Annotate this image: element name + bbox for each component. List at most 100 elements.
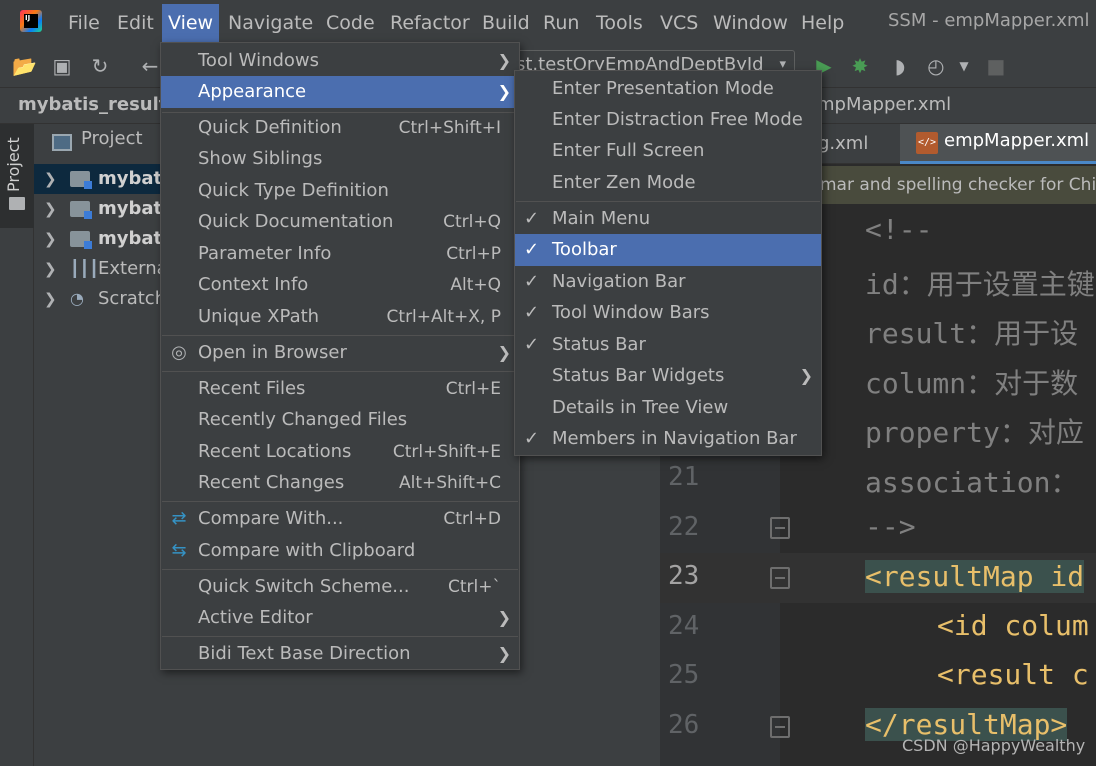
menu-help[interactable]: Help (795, 8, 850, 38)
editor-tab[interactable]: g.xml (818, 124, 868, 164)
menu-item-quick-switch-scheme[interactable]: Quick Switch Scheme... Ctrl+` (161, 571, 519, 603)
module-folder-icon (70, 171, 92, 189)
tree-item-label: mybatis (98, 228, 164, 249)
menu-navigate[interactable]: Navigate (222, 8, 319, 38)
code-line: column：对于数 (865, 367, 1079, 400)
menu-item-enter-presentation-mode[interactable]: Enter Presentation Mode (515, 73, 821, 105)
fold-icon[interactable] (770, 517, 790, 539)
menu-edit[interactable]: Edit (111, 8, 160, 38)
chevron-right-icon: ❯ (497, 51, 511, 70)
menu-item-recent-locations[interactable]: Recent Locations Ctrl+Shift+E (161, 436, 519, 468)
menu-item-main-menu[interactable]: ✓ Main Menu (515, 203, 821, 235)
tree-item[interactable]: ❯ mybatis (34, 194, 164, 224)
menu-item-navigation-bar[interactable]: ✓ Navigation Bar (515, 266, 821, 298)
code-tag: <resultMap id (865, 560, 1085, 593)
folder-icon (9, 197, 25, 210)
scratch-icon: ◔ (70, 289, 84, 308)
menu-item-unique-xpath[interactable]: Unique XPath Ctrl+Alt+X, P (161, 301, 519, 333)
chevron-right-icon[interactable]: ❯ (44, 254, 57, 284)
menu-item-open-in-browser[interactable]: ◎ Open in Browser ❯ (161, 337, 519, 369)
menu-item-active-editor[interactable]: Active Editor ❯ (161, 602, 519, 634)
menu-vcs[interactable]: VCS (654, 8, 704, 38)
project-panel-title[interactable]: Project (81, 128, 143, 149)
menu-window[interactable]: Window (707, 8, 794, 38)
menu-separator (516, 201, 820, 202)
checkmark-icon: ✓ (524, 302, 540, 323)
view-menu: Tool Windows ❯ Appearance ❯ Quick Definiti… (160, 42, 520, 670)
chevron-right-icon: ❯ (497, 644, 511, 663)
menu-refactor[interactable]: Refactor (384, 8, 476, 38)
code-line: --> (865, 510, 916, 543)
menu-item-tool-window-bars[interactable]: ✓ Tool Window Bars (515, 297, 821, 329)
menu-item-enter-zen-mode[interactable]: Enter Zen Mode (515, 167, 821, 199)
menu-file[interactable]: File (62, 8, 106, 38)
menu-separator (162, 636, 518, 637)
coverage-icon[interactable]: ◗ (888, 54, 912, 78)
menu-item-recent-files[interactable]: Recent Files Ctrl+E (161, 373, 519, 405)
tree-item[interactable]: ❯ mybatis (34, 224, 164, 254)
appearance-submenu: Enter Presentation Mode Enter Distractio… (514, 70, 822, 456)
back-arrow-icon[interactable]: ← (138, 54, 162, 78)
line-number: 26 (668, 710, 700, 740)
menu-view[interactable]: View (162, 4, 220, 42)
checkmark-icon: ✓ (524, 208, 540, 229)
profile-icon[interactable]: ◴ (924, 54, 948, 78)
menu-bar: IJ File Edit View Navigate Code Refactor… (0, 0, 1096, 44)
menu-item-status-bar[interactable]: ✓ Status Bar (515, 329, 821, 361)
open-folder-icon[interactable]: 📂 (12, 54, 37, 78)
checkmark-icon: ✓ (524, 239, 540, 260)
debug-icon[interactable]: ✸ (848, 54, 872, 78)
menu-item-parameter-info[interactable]: Parameter Info Ctrl+P (161, 238, 519, 270)
checkmark-icon: ✓ (524, 428, 540, 449)
menu-item-tool-windows[interactable]: Tool Windows ❯ (161, 45, 519, 77)
menu-build[interactable]: Build (476, 8, 536, 38)
menu-item-compare-with[interactable]: ⇄ Compare With... Ctrl+D (161, 503, 519, 535)
menu-item-quick-documentation[interactable]: Quick Documentation Ctrl+Q (161, 206, 519, 238)
tree-item[interactable]: ❯ mybatis (34, 164, 164, 194)
chevron-down-icon[interactable]: ▼ (952, 54, 976, 78)
save-icon[interactable]: ▣ (50, 54, 74, 78)
intellij-logo-icon: IJ (20, 10, 42, 32)
sync-icon[interactable]: ↻ (88, 54, 112, 78)
stop-icon[interactable]: ■ (984, 54, 1008, 78)
project-window-icon (52, 134, 72, 151)
menu-item-status-bar-widgets[interactable]: Status Bar Widgets ❯ (515, 360, 821, 392)
editor-tab-active-label[interactable]: empMapper.xml (944, 130, 1089, 151)
watermark: CSDN @HappyWealthy (902, 736, 1086, 755)
project-stripe-label[interactable]: Project (4, 135, 30, 195)
menu-item-enter-distraction-free-mode[interactable]: Enter Distraction Free Mode (515, 104, 821, 136)
menu-item-enter-full-screen[interactable]: Enter Full Screen (515, 135, 821, 167)
library-icon: ┃┃┃ (70, 259, 99, 278)
chevron-right-icon[interactable]: ❯ (44, 164, 57, 194)
menu-run[interactable]: Run (537, 8, 585, 38)
chevron-right-icon[interactable]: ❯ (44, 194, 57, 224)
menu-item-recently-changed-files[interactable]: Recently Changed Files (161, 404, 519, 436)
fold-icon[interactable] (770, 716, 790, 738)
menu-item-toolbar[interactable]: ✓ Toolbar (515, 234, 821, 266)
tree-item[interactable]: ❯ ◔ Scratch (34, 284, 164, 314)
chevron-right-icon[interactable]: ❯ (44, 224, 57, 254)
menu-item-compare-with-clipboard[interactable]: ⇆ Compare with Clipboard (161, 535, 519, 567)
menu-item-show-siblings[interactable]: Show Siblings (161, 143, 519, 175)
code-line: result：用于设 (865, 317, 1079, 350)
tree-item-label: Scratch (98, 288, 164, 309)
code-line: <result c (937, 658, 1089, 691)
checkmark-icon: ✓ (524, 334, 540, 355)
menu-item-quick-definition[interactable]: Quick Definition Ctrl+Shift+I (161, 112, 519, 144)
menu-item-context-info[interactable]: Context Info Alt+Q (161, 269, 519, 301)
menu-code[interactable]: Code (320, 8, 381, 38)
menu-item-members-in-navigation-bar[interactable]: ✓ Members in Navigation Bar (515, 423, 821, 455)
breadcrumb-file[interactable]: mpMapper.xml (817, 94, 951, 115)
line-number: 24 (668, 611, 700, 641)
tree-item[interactable]: ❯ ┃┃┃ External (34, 254, 164, 284)
compare-clipboard-icon: ⇆ (171, 540, 187, 561)
chevron-right-icon[interactable]: ❯ (44, 284, 57, 314)
menu-item-bidi-text-base-direction[interactable]: Bidi Text Base Direction ❯ (161, 638, 519, 670)
menu-item-appearance[interactable]: Appearance ❯ (161, 76, 519, 108)
fold-icon[interactable] (770, 567, 790, 589)
menu-item-details-in-tree-view[interactable]: Details in Tree View (515, 392, 821, 424)
menu-tools[interactable]: Tools (590, 8, 649, 38)
menu-item-recent-changes[interactable]: Recent Changes Alt+Shift+C (161, 467, 519, 499)
menu-item-quick-type-definition[interactable]: Quick Type Definition (161, 175, 519, 207)
code-line: <!-- (865, 213, 933, 246)
